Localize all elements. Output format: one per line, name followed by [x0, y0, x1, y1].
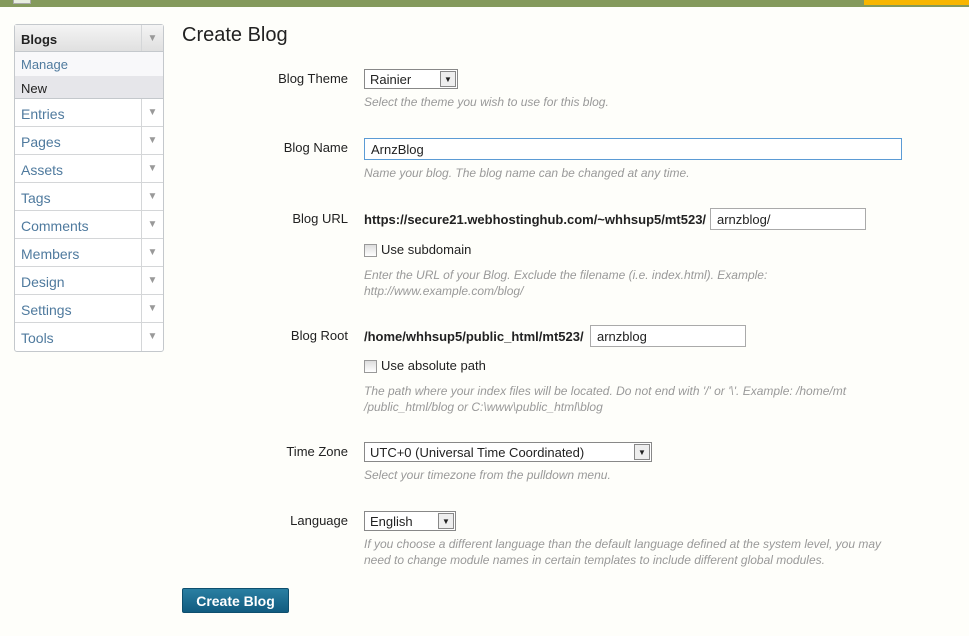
dropdown-arrow-icon[interactable]: ▼ — [440, 71, 456, 87]
sidebar-item-tags[interactable]: Tags ▼ — [15, 183, 163, 211]
blog-theme-select[interactable]: Rainier ▼ — [364, 69, 458, 89]
blog-url-input[interactable]: arnzblog/ — [710, 208, 866, 230]
chevron-down-icon[interactable]: ▼ — [141, 155, 163, 182]
time-zone-label: Time Zone — [286, 444, 348, 459]
sidebar-item-settings[interactable]: Settings ▼ — [15, 295, 163, 323]
sidebar-item-label: Tags — [21, 190, 51, 206]
blog-root-prefix: /home/whhsup5/public_html/mt523/ — [364, 329, 584, 344]
blog-name-label: Blog Name — [283, 140, 348, 155]
sidebar-item-design[interactable]: Design ▼ — [15, 267, 163, 295]
sidebar-sub-manage[interactable]: Manage — [15, 52, 163, 76]
sidebar-item-label: Assets — [21, 162, 64, 178]
chevron-down-icon[interactable]: ▼ — [141, 267, 163, 294]
blog-url-prefix: https://secure21.webhostinghub.com/~whhs… — [364, 212, 707, 227]
sidebar-item-comments[interactable]: Comments ▼ — [15, 211, 163, 239]
sidebar-sub-new[interactable]: New — [15, 76, 163, 99]
time-zone-hint: Select your timezone from the pulldown m… — [364, 468, 611, 482]
chevron-down-icon[interactable]: ▼ — [141, 183, 163, 210]
blog-theme-hint: Select the theme you wish to use for thi… — [364, 95, 609, 109]
blog-theme-label: Blog Theme — [278, 71, 348, 86]
sidebar-item-label: Members — [21, 246, 80, 262]
blog-root-label: Blog Root — [290, 328, 348, 343]
sidebar-item-entries[interactable]: Entries ▼ — [15, 99, 163, 127]
language-hint: If you choose a different language than … — [364, 537, 882, 567]
time-zone-select[interactable]: UTC+0 (Universal Time Coordinated) ▼ — [364, 442, 652, 462]
sidebar-header-blogs[interactable]: Blogs ▼ — [15, 25, 163, 52]
top-bar — [0, 0, 969, 7]
blog-name-input[interactable]: ArnzBlog — [364, 138, 902, 160]
chevron-down-icon[interactable]: ▼ — [141, 211, 163, 238]
sidebar-item-label: Tools — [21, 330, 54, 346]
create-blog-button[interactable]: Create Blog — [182, 588, 289, 613]
chevron-down-icon[interactable]: ▼ — [141, 239, 163, 266]
dropdown-arrow-icon[interactable]: ▼ — [438, 513, 454, 529]
chevron-down-icon[interactable]: ▼ — [141, 295, 163, 322]
use-absolute-path-label[interactable]: Use absolute path — [381, 358, 486, 373]
sidebar-item-label: Entries — [21, 106, 65, 122]
sidebar-item-assets[interactable]: Assets ▼ — [15, 155, 163, 183]
blog-root-hint: The path where your index files will be … — [364, 384, 847, 414]
chevron-down-icon[interactable]: ▼ — [141, 99, 163, 126]
sidebar-item-label: Design — [21, 274, 65, 290]
sidebar-header-label: Blogs — [21, 32, 58, 47]
chevron-down-icon[interactable]: ▼ — [141, 127, 163, 154]
checkbox-icon — [13, 0, 31, 4]
chevron-down-icon[interactable]: ▼ — [141, 323, 163, 351]
blog-url-hint: Enter the URL of your Blog. Exclude the … — [364, 268, 768, 298]
dropdown-arrow-icon[interactable]: ▼ — [634, 444, 650, 460]
blog-url-label: Blog URL — [292, 211, 348, 226]
language-label: Language — [290, 513, 348, 528]
sidebar-item-label: Pages — [21, 134, 61, 150]
blog-name-hint: Name your blog. The blog name can be cha… — [364, 166, 690, 180]
blog-theme-value: Rainier — [370, 72, 412, 87]
language-select[interactable]: English ▼ — [364, 511, 456, 531]
highlight-tab[interactable] — [864, 0, 969, 5]
language-value: English — [370, 514, 413, 529]
chevron-down-icon[interactable]: ▼ — [141, 25, 163, 51]
sidebar-item-tools[interactable]: Tools ▼ — [15, 323, 163, 351]
blog-root-input[interactable]: arnzblog — [590, 325, 746, 347]
sidebar-item-members[interactable]: Members ▼ — [15, 239, 163, 267]
sidebar: Blogs ▼ Manage New Entries ▼ Pages ▼ Assets… — [14, 24, 164, 352]
page-title: Create Blog — [182, 24, 288, 46]
use-subdomain-checkbox[interactable] — [364, 244, 377, 257]
use-subdomain-label[interactable]: Use subdomain — [381, 242, 471, 257]
sidebar-item-label: Comments — [21, 218, 89, 234]
time-zone-value: UTC+0 (Universal Time Coordinated) — [370, 445, 585, 460]
sidebar-item-pages[interactable]: Pages ▼ — [15, 127, 163, 155]
sidebar-item-label: Settings — [21, 302, 72, 318]
use-absolute-path-checkbox[interactable] — [364, 360, 377, 373]
